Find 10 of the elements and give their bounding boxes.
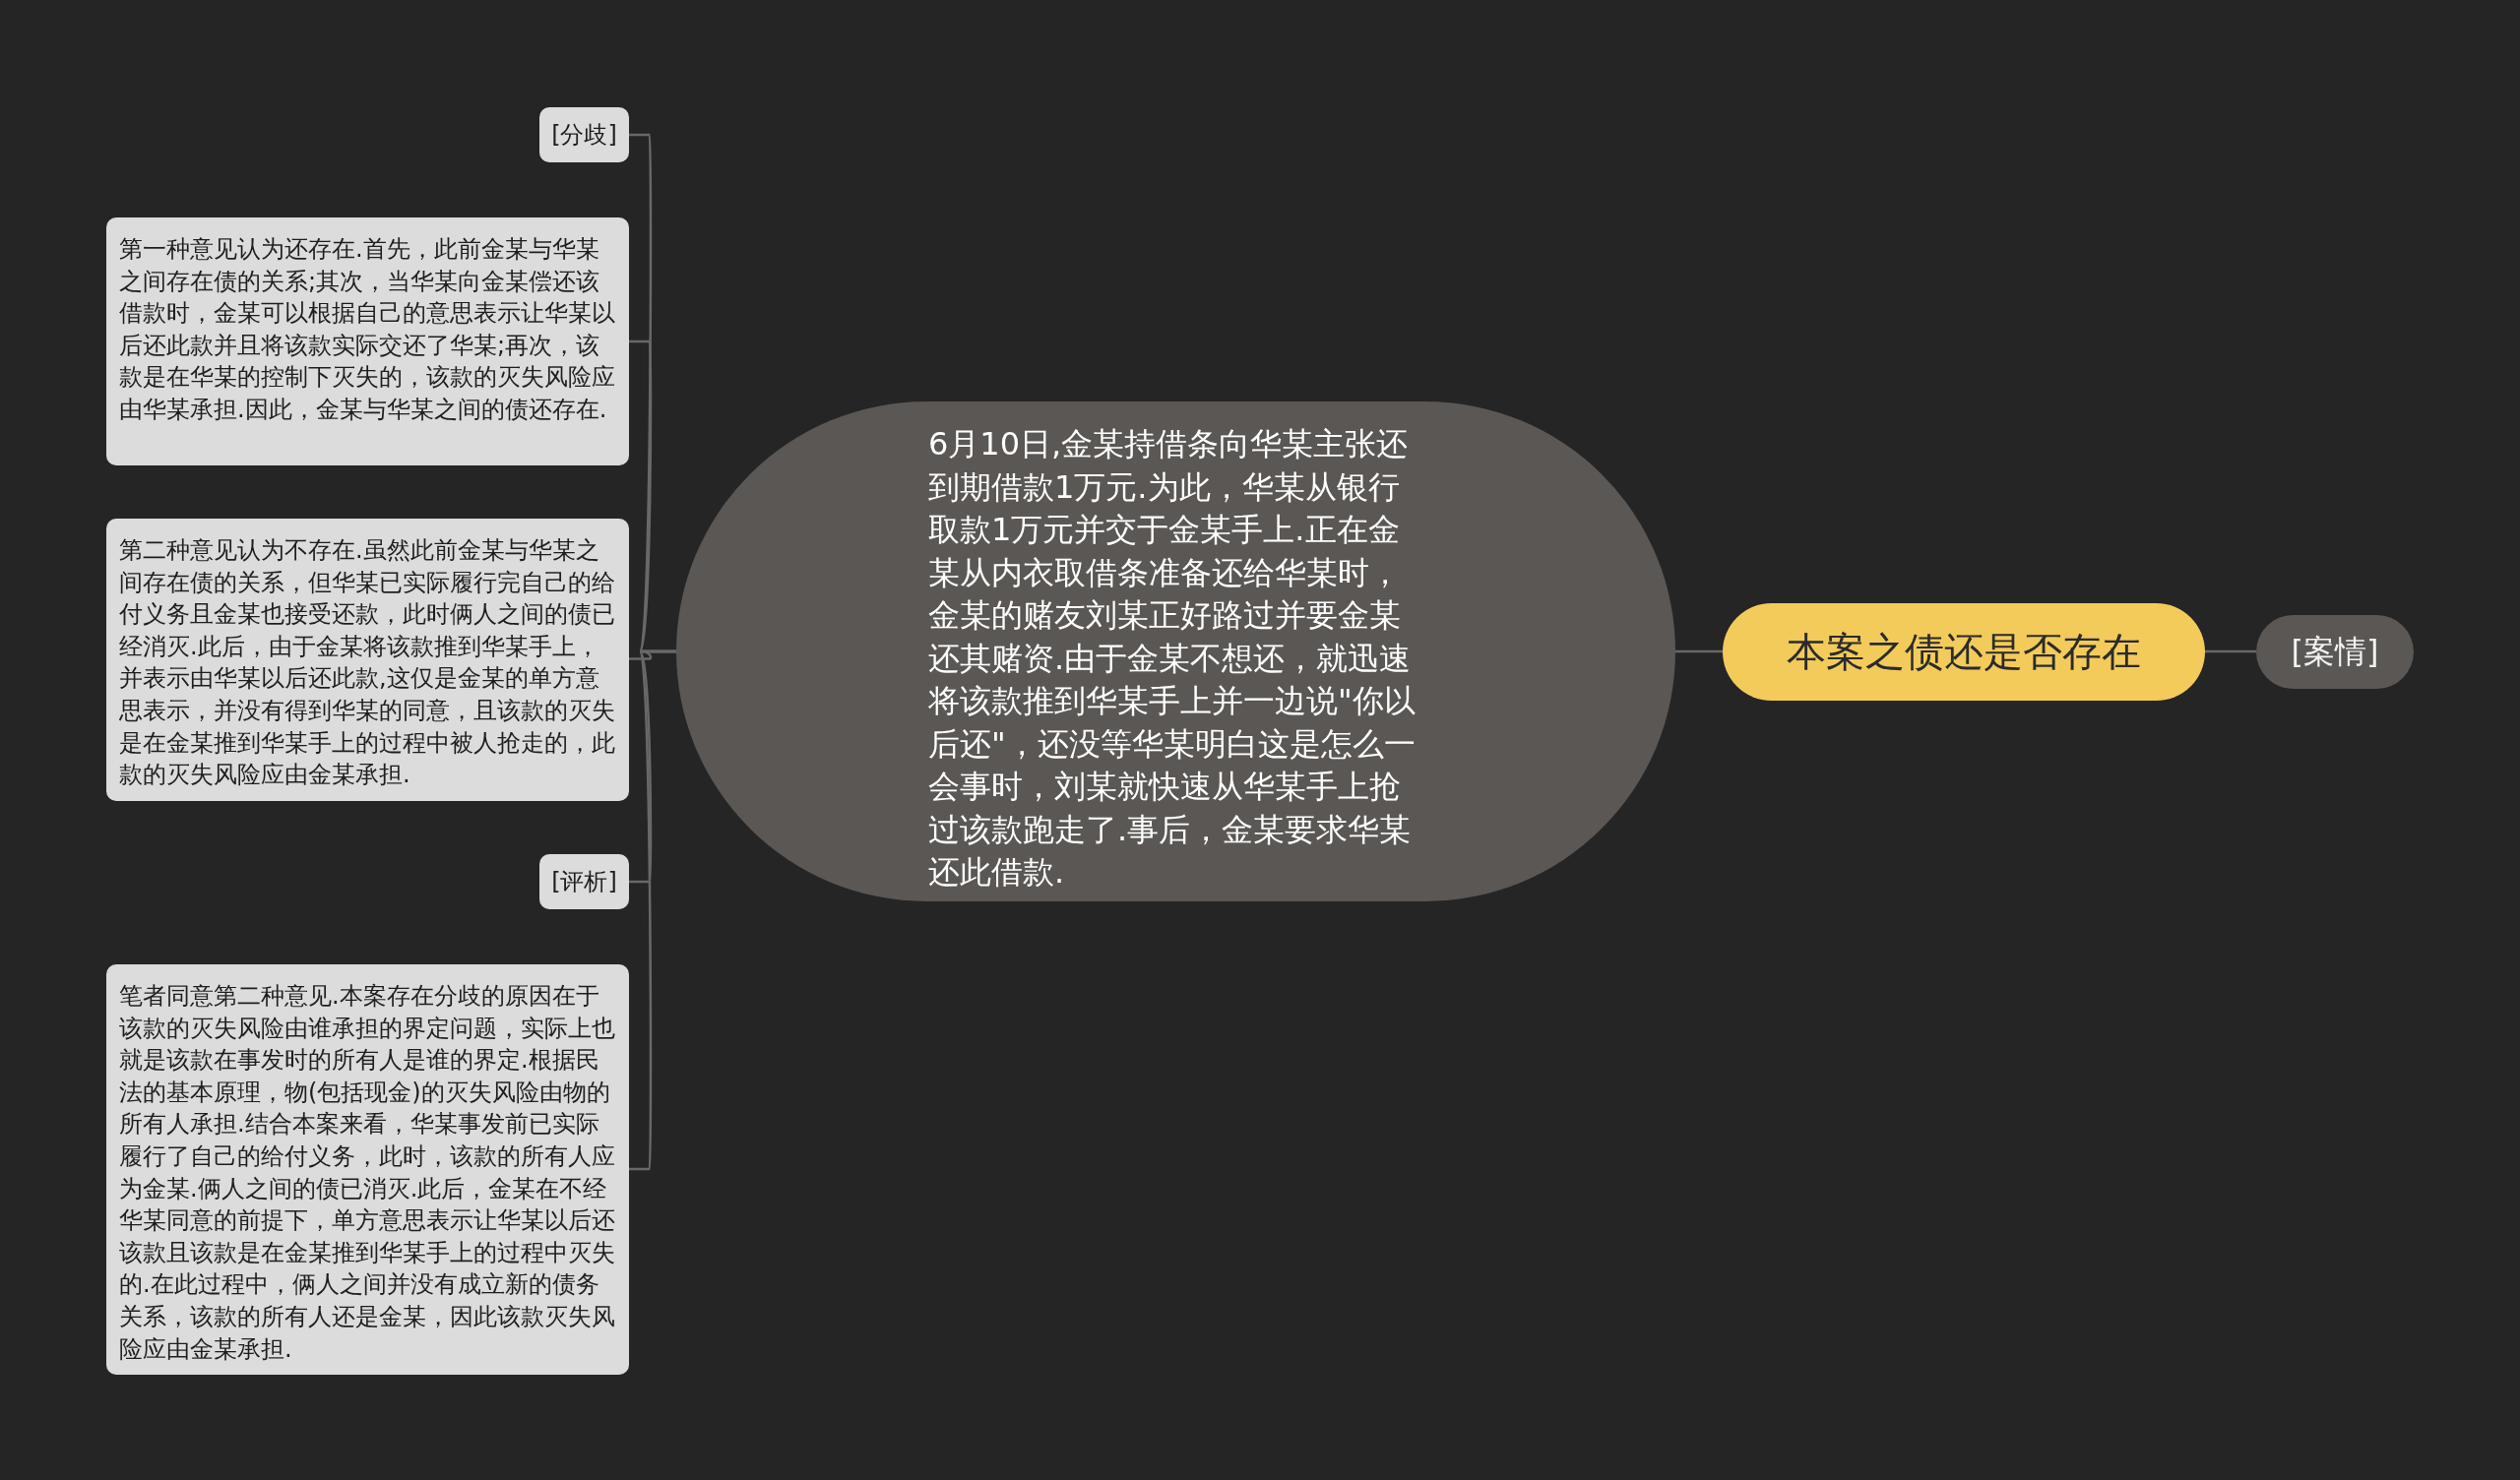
central-topic[interactable]: 本案之债还是否存在 <box>1723 603 2205 701</box>
topic-label[interactable]: [分歧] <box>539 107 629 162</box>
connector-line <box>2205 649 2256 653</box>
topic-label[interactable]: [评析] <box>539 854 629 909</box>
topic-label[interactable]: [案情] <box>2256 615 2414 689</box>
case-description-node[interactable]: 6月10日,金某持借条向华某主张还到期借款1万元.为此，华某从银行取款1万元并交于金某手上.正在金某从内衣取借条准备还给华某时，金某的赌友刘某正好路过并要金某还其赌资.由于金某不想还，就迅速将该款推到华某手上并一边说"你以后还"，还没等华某明白这是怎么一会事时，刘某就快速从华某手上抢过该款跑走了.事后，金某要求华某还此借款. <box>676 401 1675 901</box>
opinion-card[interactable]: 第一种意见认为还存在.首先，此前金某与华某之间存在债的关系;其次，当华某向金某偿还该借款时，金某可以根据自己的意思表示让华某以后还此款并且将该款实际交还了华某;再次，该款是在华某的控制下灭失的，该款的灭失风险应由华某承担.因此，金某与华某之间的债还存在. <box>106 217 629 465</box>
connector-line <box>1675 649 1723 653</box>
opinion-card[interactable]: 第二种意见认为不存在.虽然此前金某与华某之间存在债的关系，但华某已实际履行完自己的给付义务且金某也接受还款，此时俩人之间的债已经消灭.此后，由于金某将该款推到华某手上，并表示由华某以后还此款,这仅是金某的单方意思表示，并没有得到华某的同意，且该款的灭失是在金某推到华某手上的过程中被人抢走的，此款的灭失风险应由金某承担. <box>106 519 629 801</box>
opinion-card[interactable]: 笔者同意第二种意见.本案存在分歧的原因在于该款的灭失风险由谁承担的界定问题，实际上也就是该款在事发时的所有人是谁的界定.根据民法的基本原理，物(包括现金)的灭失风险由物的所有人承担.结合本案来看，华某事发前已实际履行了自己的给付义务，此时，该款的所有人应为金某.俩人之间的债已消灭.此后，金某在不经华某同意的前提下，单方意思表示让华某以后还该款且该款是在金某推到华某手上的过程中灭失的.在此过程中，俩人之间并没有成立新的债务关系，该款的所有人还是金某，因此该款灭失风险应由金某承担. <box>106 964 629 1376</box>
